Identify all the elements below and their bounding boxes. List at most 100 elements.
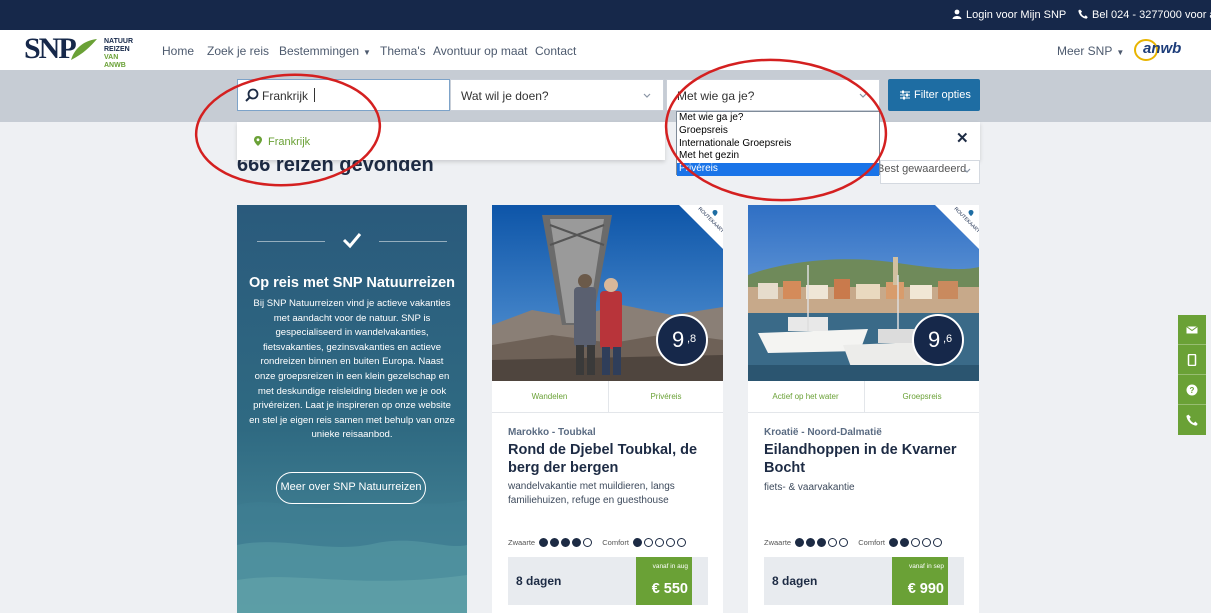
phone-icon [1186,414,1198,426]
rating-dot-filled [561,538,571,547]
logo-tagline: NATUUR REIZEN VAN ANWB [104,38,134,69]
sort-select[interactable]: Best gewaardeerd [877,160,980,184]
price-box[interactable]: vanaf in aug € 550 [636,557,692,605]
dropdown-option[interactable]: Privéreis [677,163,879,176]
side-contact-tabs: ? [1178,315,1206,435]
trip-description: fiets- & vaarvakantie [764,482,855,493]
dropdown-option[interactable]: Met wie ga je? [677,112,879,125]
promo-panel: Op reis met SNP Natuurreizen Bij SNP Nat… [237,205,467,613]
nav-home[interactable]: Home [162,44,194,58]
trip-title[interactable]: Rond de Djebel Toubkal, de berg der berg… [508,441,713,477]
svg-text:?: ? [1190,386,1195,395]
trip-ratings: Zwaarte Comfort [508,538,696,549]
rating-dot-empty [655,538,665,547]
login-link[interactable]: Login voor Mijn SNP [952,9,1066,21]
nav-avontuur-op-maat[interactable]: Avontuur op maat [433,44,528,58]
company-dropdown-list: Met wie ga je? Groepsreis Internationale G… [676,111,880,176]
rating-dot-empty [839,538,849,547]
tag-activity[interactable]: Wandelen [492,381,607,413]
dropdown-option[interactable]: Groepsreis [677,125,879,138]
top-bar: Login voor Mijn SNP Bel 024 - 3277000 vo… [0,0,1211,30]
trip-card[interactable]: ROUTEKAART 9,8 Wandelen Privéreis Marokk… [492,205,723,613]
trip-photo-kvarner: ROUTEKAART 9,6 [748,205,979,381]
rating-dot-filled [806,538,816,547]
divider-left [257,241,325,242]
tag-activity[interactable]: Actief op het water [748,381,863,413]
difficulty-dots [795,538,850,549]
mail-icon [1186,326,1198,334]
trip-location: Kroatië - Noord-Dalmatië [764,427,882,438]
chevron-down-icon [859,93,867,98]
promo-title: Op reis met SNP Natuurreizen [248,275,456,291]
rating-dot-filled [795,538,805,547]
phone-tab[interactable] [1178,405,1206,435]
snp-logo[interactable]: SNP NATUUR REIZEN VAN ANWB [24,32,136,69]
rating-dot-filled [572,538,582,547]
activity-select[interactable]: Wat wil je doen? [450,79,664,111]
mail-tab[interactable] [1178,315,1206,345]
route-map-ribbon[interactable]: ROUTEKAART [679,205,723,249]
comfort-dots [889,538,944,549]
rating-dot-filled [889,538,899,547]
dropdown-option[interactable]: Internationale Groepsreis [677,138,879,151]
phone-link[interactable]: Bel 024 - 3277000 voor advies [1078,9,1211,21]
check-icon [342,233,362,249]
main-nav: SNP NATUUR REIZEN VAN ANWB Home Zoek je … [0,30,1211,70]
tag-travel-type[interactable]: Groepsreis [864,381,979,413]
rating-dot-empty [828,538,838,547]
trip-photo-toubkal: ROUTEKAART 9,8 [492,205,723,381]
destination-suggestions: Frankrijk [237,122,665,160]
rating-dot-empty [677,538,687,547]
chevron-down-icon [963,168,971,173]
trip-tags: Actief op het water Groepsreis [748,381,979,413]
mobile-icon [1187,354,1197,366]
leaf-icon [71,39,97,60]
route-map-ribbon[interactable]: ROUTEKAART [935,205,979,249]
trip-description: wandelvakantie met muildieren, langs fam… [508,481,675,506]
comfort-dots [633,538,688,549]
nav-contact[interactable]: Contact [535,44,576,58]
anwb-logo[interactable]: anwb [1133,38,1181,62]
rating-dot-filled [900,538,910,547]
company-select[interactable]: Met wie ga je? [666,79,880,111]
rating-dot-empty [666,538,676,547]
sliders-icon [900,90,910,100]
trip-card[interactable]: ROUTEKAART 9,6 Actief op het water Groep… [748,205,979,613]
rating-dot-empty [933,538,943,547]
nav-meer-snp[interactable]: Meer SNP ▼ [1057,44,1124,58]
nav-zoek-je-reis[interactable]: Zoek je reis [207,44,269,58]
nav-themas[interactable]: Thema's [380,44,426,58]
difficulty-dots [539,538,594,549]
nav-bestemmingen[interactable]: Bestemmingen ▼ [279,44,371,58]
promo-body: Bij SNP Natuurreizen vind je actieve vak… [249,298,455,441]
filter-options-button[interactable]: Filter opties [888,79,980,111]
trip-location: Marokko - Toubkal [508,427,596,438]
tag-travel-type[interactable]: Privéreis [608,381,723,413]
rating-dot-filled [550,538,560,547]
user-icon [952,9,962,19]
chevron-down-icon: ▼ [1116,48,1125,57]
mobile-tab[interactable] [1178,345,1206,375]
rating-dot-empty [922,538,932,547]
rating-dot-empty [583,538,593,547]
destination-search-input[interactable]: Frankrijk [237,79,450,111]
rating-dot-empty [911,538,921,547]
price-box[interactable]: vanaf in sep € 990 [892,557,948,605]
dropdown-option[interactable]: Met het gezin [677,150,879,163]
text-cursor [314,88,315,102]
suggestion-item[interactable]: Frankrijk [268,136,310,148]
rating-badge: 9,6 [912,314,964,366]
rating-dot-filled [633,538,643,547]
more-about-snp-button[interactable]: Meer over SNP Natuurreizen [276,472,426,504]
trip-tags: Wandelen Privéreis [492,381,723,413]
trip-title[interactable]: Eilandhoppen in de Kvarner Bocht [764,441,969,477]
search-icon [245,88,259,102]
chevron-down-icon [643,93,651,98]
phone-icon [1078,9,1088,19]
divider-right [379,241,447,242]
close-icon[interactable]: ✕ [956,129,969,147]
rating-dot-filled [539,538,549,547]
help-icon: ? [1186,384,1198,396]
rating-dot-filled [817,538,827,547]
help-tab[interactable]: ? [1178,375,1206,405]
